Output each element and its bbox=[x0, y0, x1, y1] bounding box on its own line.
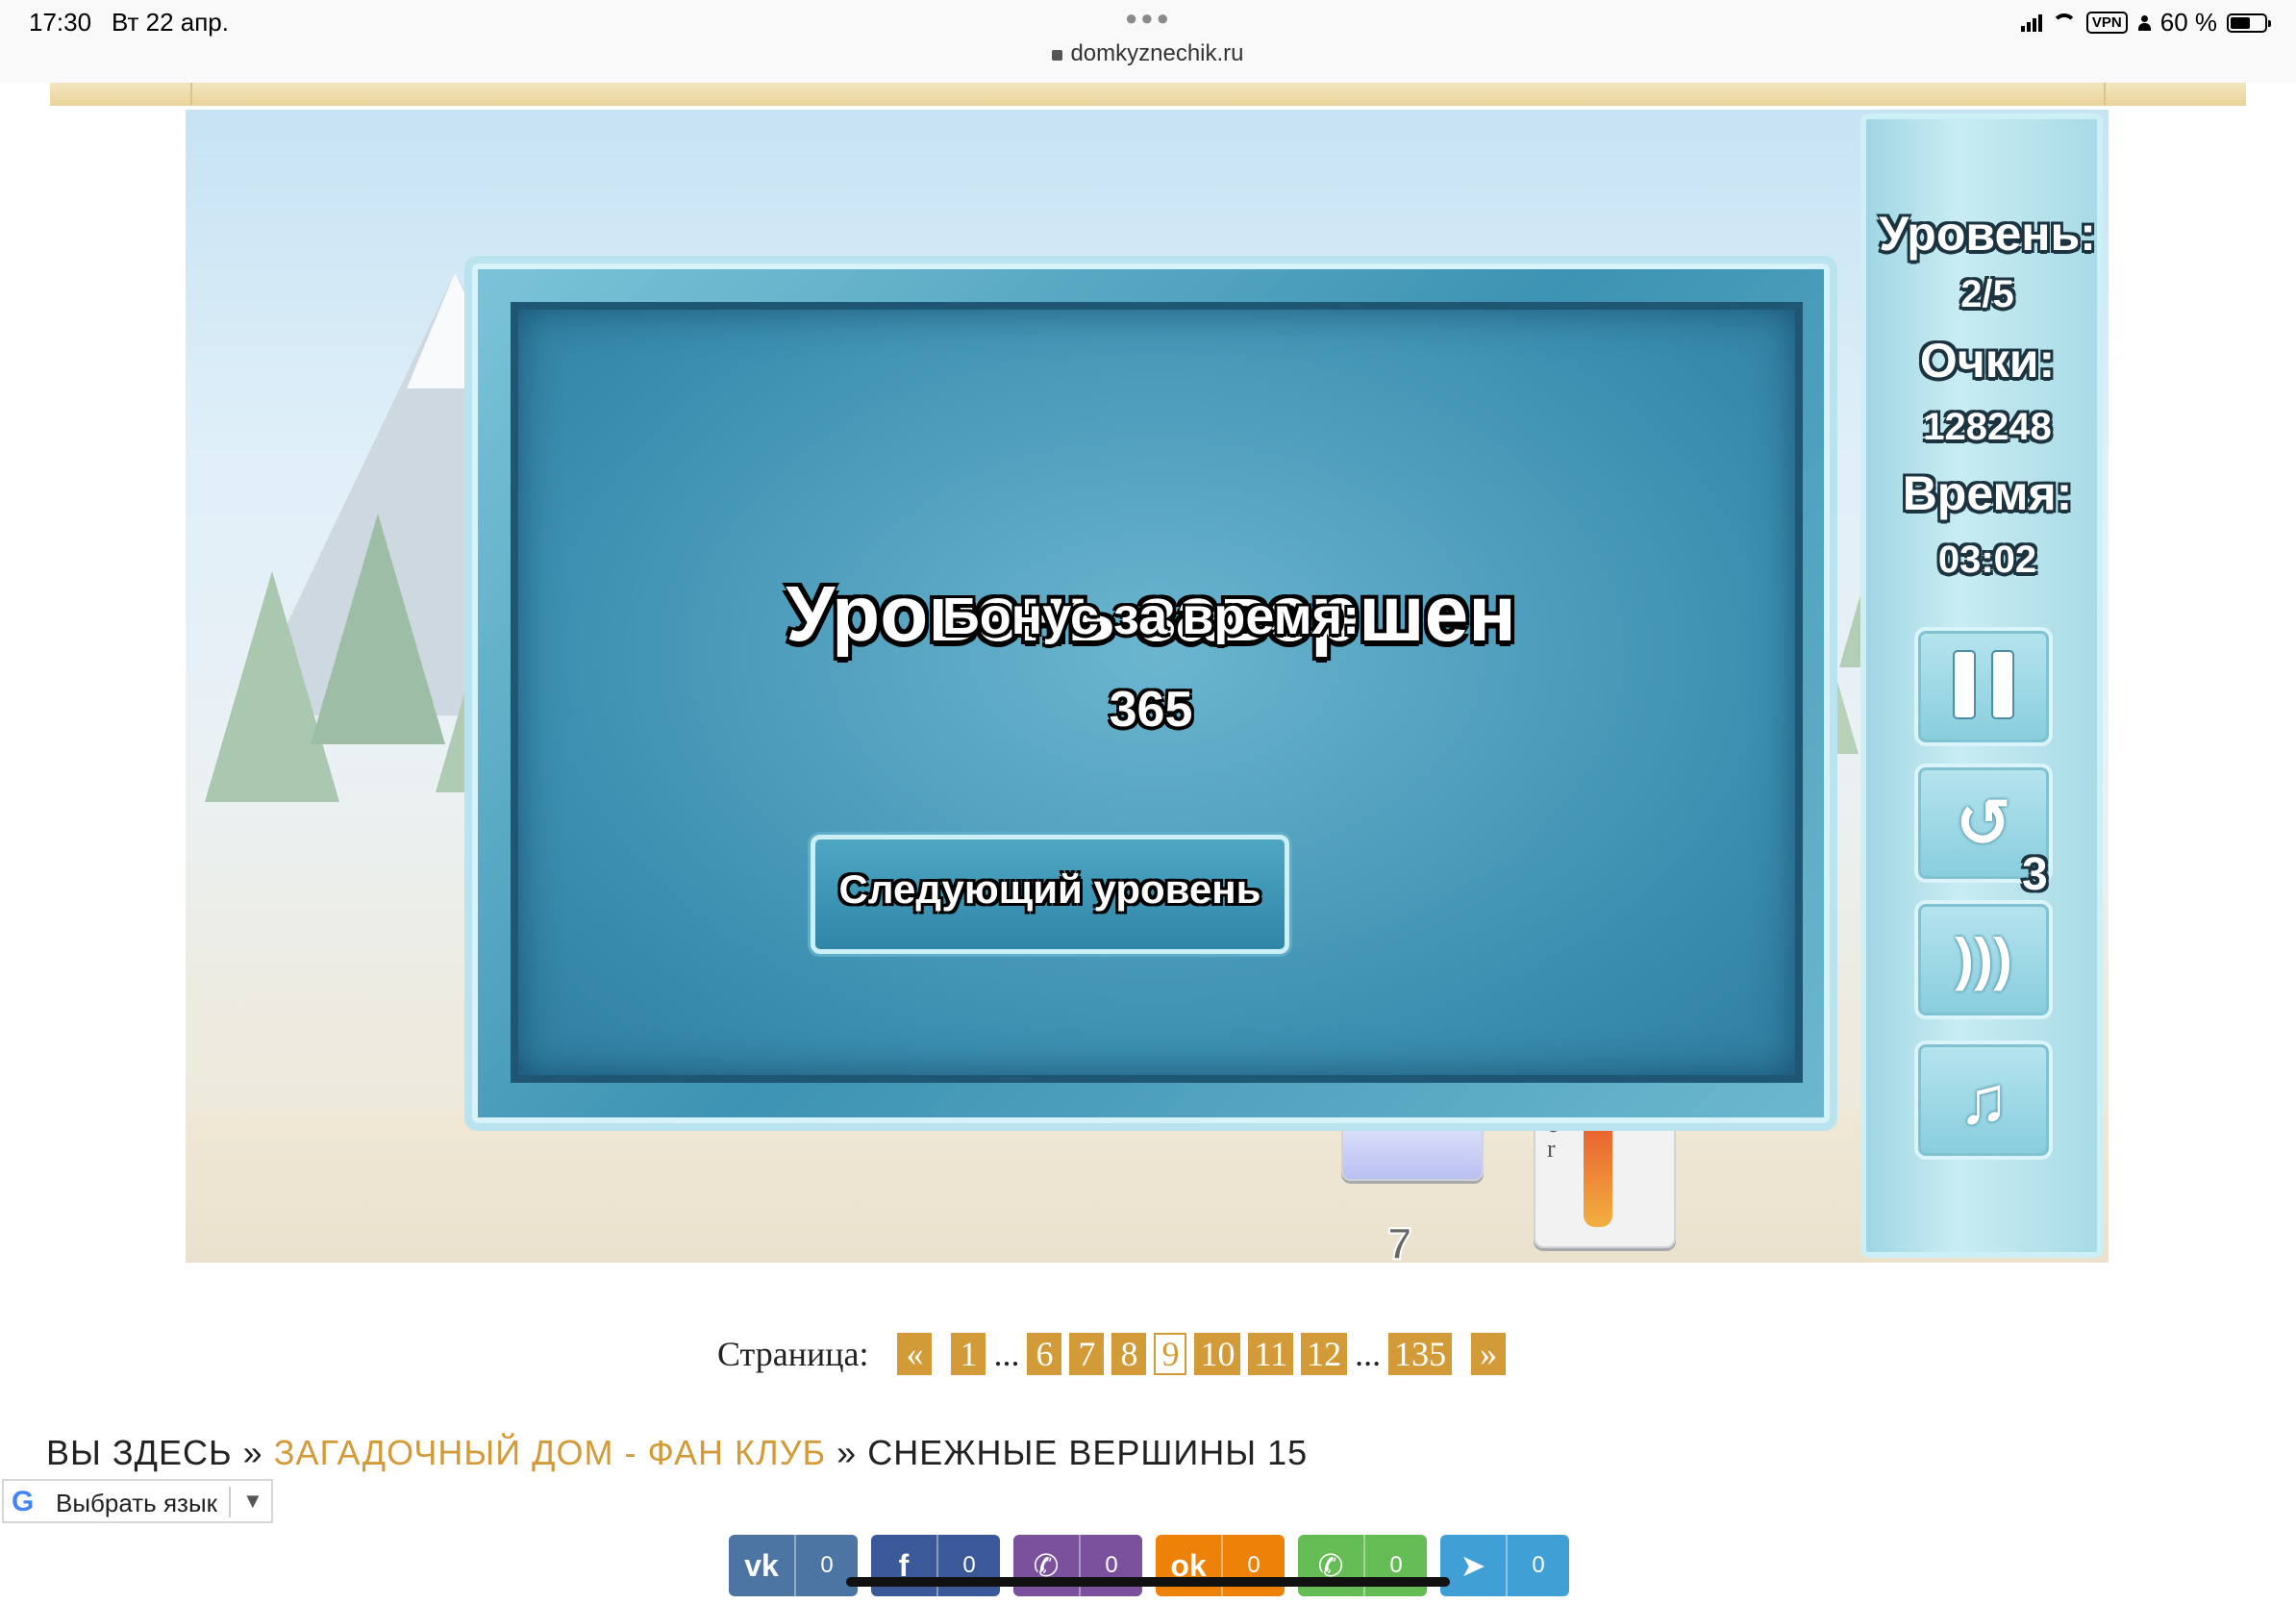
viber-share-button[interactable]: ✆ 0 bbox=[1013, 1535, 1142, 1596]
breadcrumb-separator: » bbox=[836, 1433, 858, 1472]
vk-icon: vk bbox=[744, 1547, 779, 1583]
battery-percent: 60 % bbox=[2159, 8, 2217, 37]
home-indicator bbox=[846, 1577, 1450, 1587]
vpn-badge: VPN bbox=[2085, 12, 2128, 34]
share-count: 0 bbox=[1506, 1535, 1569, 1596]
status-time: 17:30 bbox=[29, 8, 92, 37]
share-count: 0 bbox=[936, 1535, 1000, 1596]
level-label: Уровень: bbox=[1879, 207, 2096, 261]
level-value: 2/5 bbox=[1960, 273, 2014, 315]
music-button[interactable]: ♫ bbox=[1914, 1040, 2053, 1160]
lock-icon bbox=[1052, 50, 1063, 61]
page-link-10[interactable]: 10 bbox=[1194, 1333, 1241, 1375]
address-bar[interactable]: domkyznechik.ru bbox=[0, 40, 2296, 67]
status-date: Вт 22 апр. bbox=[112, 8, 229, 37]
joker-figure bbox=[1584, 1121, 1612, 1227]
battery-icon bbox=[2227, 13, 2271, 33]
page-link-8[interactable]: 8 bbox=[1111, 1333, 1147, 1375]
language-select-label: Выбрать язык bbox=[56, 1489, 218, 1517]
page-link-6[interactable]: 6 bbox=[1027, 1333, 1062, 1375]
breadcrumb-link-fan-club[interactable]: ЗАГАДОЧНЫЙ ДОМ - ФАН КЛУБ bbox=[274, 1433, 826, 1472]
page-ellipsis: ... bbox=[1355, 1335, 1382, 1373]
breadcrumb-prefix: ВЫ ЗДЕСЬ bbox=[46, 1433, 233, 1472]
game-sidebar: Уровень: 2/5 Очки: 128248 Время: 03:02 ↺… bbox=[1860, 113, 2103, 1258]
telegram-share-button[interactable]: ➤ 0 bbox=[1440, 1535, 1569, 1596]
sound-icon: ))) bbox=[1955, 927, 2012, 991]
share-count: 0 bbox=[794, 1535, 858, 1596]
share-count: 0 bbox=[1363, 1535, 1427, 1596]
time-bonus-label: Бонус за время: bbox=[941, 588, 1360, 645]
next-level-button[interactable]: Следующий уровень bbox=[811, 835, 1289, 954]
page-current[interactable]: 9 bbox=[1154, 1333, 1187, 1375]
undo-count: 3 bbox=[2022, 849, 2048, 900]
breadcrumb-current: СНЕЖНЫЕ ВЕРШИНЫ 15 bbox=[867, 1433, 1309, 1472]
whatsapp-icon: ✆ bbox=[1317, 1548, 1344, 1583]
sound-button[interactable]: ))) bbox=[1914, 900, 2053, 1019]
cellular-signal-icon bbox=[2020, 13, 2042, 32]
page-list: 1... 6 7 8 9 10 11 12... 135 bbox=[947, 1333, 1456, 1375]
page-next-button[interactable]: » bbox=[1471, 1333, 1507, 1375]
share-count: 0 bbox=[1079, 1535, 1142, 1596]
pause-button[interactable] bbox=[1914, 627, 2053, 746]
stock-card-count: 7 bbox=[1386, 1217, 1413, 1263]
game-canvas[interactable]: er 7 Уровень: 2/5 Очки: 128248 Время: 03… bbox=[186, 110, 2109, 1263]
status-icons: VPN 60 % bbox=[2020, 8, 2271, 38]
whatsapp-share-button[interactable]: ✆ 0 bbox=[1298, 1535, 1427, 1596]
odnoklassniki-icon: ok bbox=[1170, 1547, 1207, 1583]
person-icon bbox=[2137, 14, 2151, 31]
vk-share-button[interactable]: vk 0 bbox=[729, 1535, 858, 1596]
more-dots-icon[interactable]: ●●● bbox=[1125, 6, 1172, 31]
wifi-icon bbox=[2051, 13, 2077, 33]
language-select-divider bbox=[229, 1487, 231, 1517]
pagination-label: Страница: bbox=[717, 1335, 869, 1373]
page-link-7[interactable]: 7 bbox=[1069, 1333, 1105, 1375]
site-header-band bbox=[50, 83, 2246, 106]
telegram-icon: ➤ bbox=[1460, 1548, 1486, 1583]
music-icon: ♫ bbox=[1958, 1063, 2009, 1138]
facebook-share-button[interactable]: f0 bbox=[871, 1535, 1000, 1596]
share-count: 0 bbox=[1221, 1535, 1285, 1596]
google-icon: G bbox=[12, 1486, 35, 1517]
chevron-down-icon: ▼ bbox=[242, 1489, 263, 1513]
breadcrumb: ВЫ ЗДЕСЬ » ЗАГАДОЧНЫЙ ДОМ - ФАН КЛУБ » С… bbox=[46, 1433, 1308, 1473]
status-bar: 17:30 Вт 22 апр. ●●● domkyznechik.ru VPN… bbox=[0, 0, 2296, 83]
url-text: domkyznechik.ru bbox=[1070, 40, 1244, 66]
page-prev-button[interactable]: « bbox=[897, 1333, 933, 1375]
page-ellipsis: ... bbox=[993, 1335, 1020, 1373]
language-select[interactable]: G Выбрать язык ▼ bbox=[2, 1479, 273, 1523]
page-link-1[interactable]: 1 bbox=[951, 1333, 986, 1375]
page-link-11[interactable]: 11 bbox=[1248, 1333, 1294, 1375]
pause-icon bbox=[1955, 652, 2012, 717]
score-value: 128248 bbox=[1923, 406, 2052, 448]
score-label: Очки: bbox=[1919, 334, 2056, 388]
breadcrumb-separator: » bbox=[242, 1433, 263, 1472]
facebook-icon: f bbox=[898, 1547, 910, 1583]
page-link-135[interactable]: 135 bbox=[1388, 1333, 1453, 1375]
viber-icon: ✆ bbox=[1033, 1548, 1060, 1583]
time-value: 03:02 bbox=[1937, 539, 2037, 581]
pagination: Страница: « 1... 6 7 8 9 10 11 12... 135 » bbox=[717, 1332, 1510, 1376]
time-bonus-value: 365 bbox=[1109, 682, 1193, 738]
odnoklassniki-share-button[interactable]: ok 0 bbox=[1156, 1535, 1285, 1596]
time-label: Время: bbox=[1902, 466, 2073, 520]
page-link-12[interactable]: 12 bbox=[1301, 1333, 1348, 1375]
